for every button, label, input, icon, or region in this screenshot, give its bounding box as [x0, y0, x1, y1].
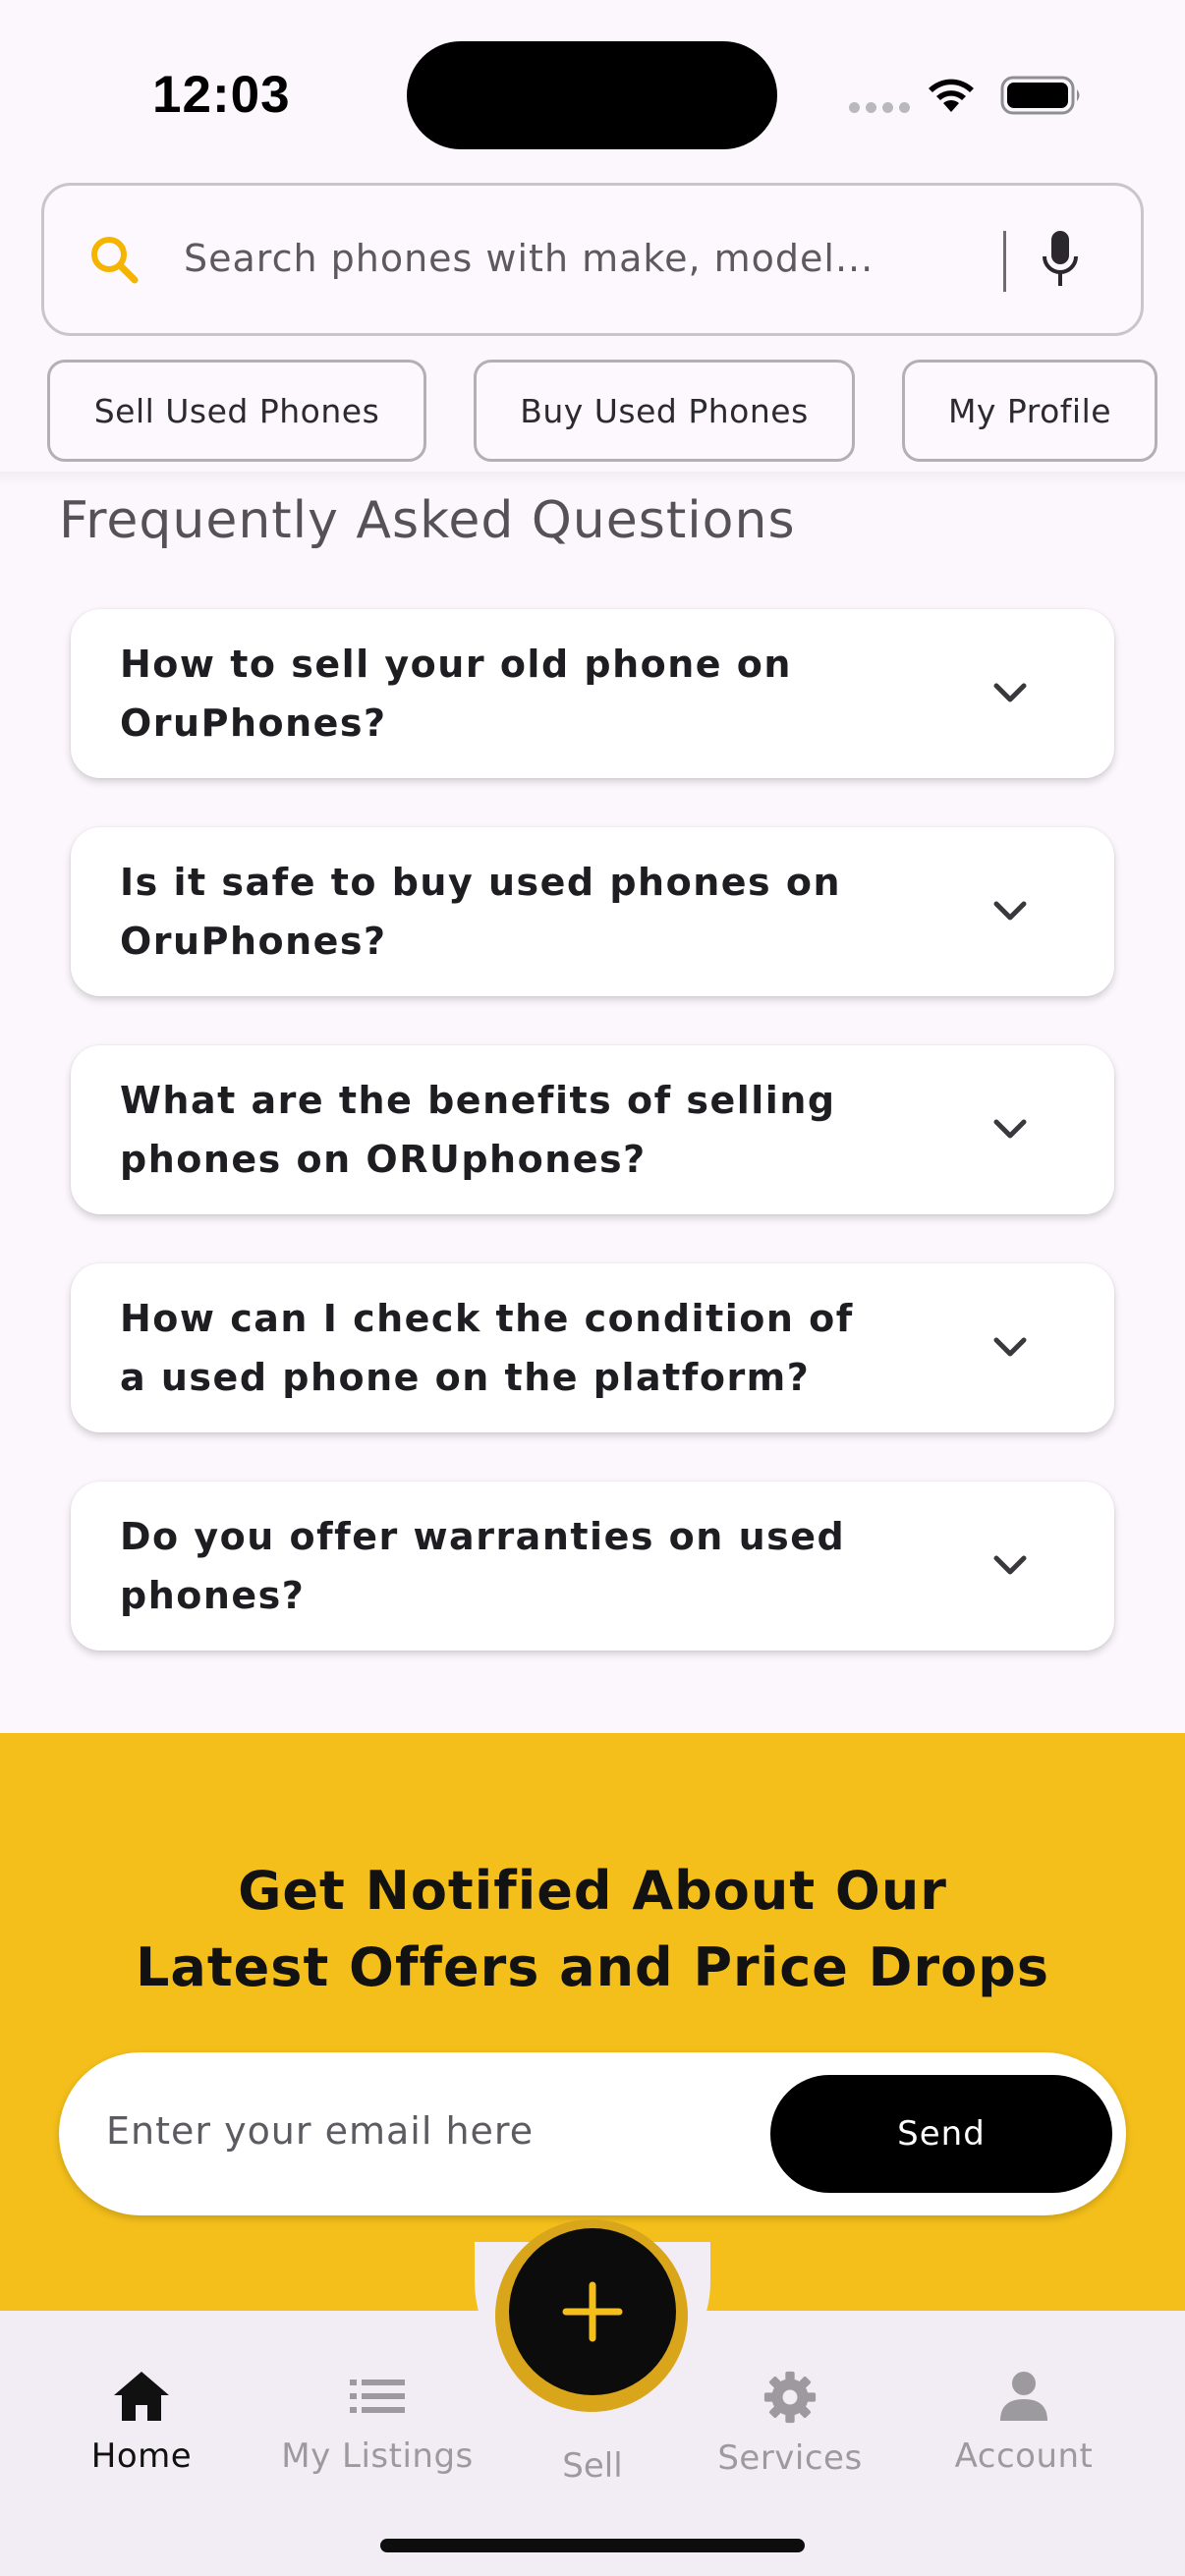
home-indicator — [380, 2539, 805, 2552]
search-divider — [1003, 231, 1006, 292]
status-bar: 12:03 — [0, 0, 1185, 187]
chevron-down-icon[interactable] — [987, 896, 1034, 927]
email-input[interactable]: Enter your email here — [106, 2109, 534, 2153]
faq-item[interactable]: What are the benefits of selling phones … — [71, 1045, 1114, 1214]
nav-label-sell[interactable]: Sell — [543, 2446, 642, 2486]
faq-question: How can I check the condition of a used … — [120, 1297, 854, 1399]
faq-question: Is it safe to buy used phones on OruPhon… — [120, 861, 842, 963]
nav-item-my-listings[interactable]: My Listings — [269, 2370, 485, 2476]
nav-label-account: Account — [954, 2436, 1094, 2476]
search-icon — [91, 237, 139, 284]
sell-fab-button[interactable] — [509, 2228, 676, 2395]
header-shadow — [0, 472, 1185, 485]
nav-item-home[interactable]: Home — [33, 2370, 250, 2476]
newsletter-title: Get Notified About Our Latest Offers and… — [0, 1853, 1185, 2006]
status-time: 12:03 — [152, 66, 291, 124]
faq-question: How to sell your old phone on OruPhones? — [120, 643, 792, 745]
buy-used-phones-chip[interactable]: Buy Used Phones — [474, 360, 855, 462]
dynamic-island — [407, 41, 777, 149]
search-input[interactable]: Search phones with make, model... — [184, 237, 874, 280]
my-profile-chip[interactable]: My Profile — [902, 360, 1157, 462]
newsletter-title-line2: Latest Offers and Price Drops — [136, 1936, 1049, 1998]
cellular-signal-icon — [849, 102, 910, 113]
send-button[interactable]: Send — [770, 2075, 1112, 2193]
faq-item[interactable]: How to sell your old phone on OruPhones? — [71, 609, 1114, 778]
nav-label-my-listings: My Listings — [281, 2436, 474, 2476]
faq-item[interactable]: Is it safe to buy used phones on OruPhon… — [71, 827, 1114, 996]
chevron-down-icon[interactable] — [987, 1332, 1034, 1364]
nav-label-services: Services — [717, 2438, 863, 2478]
plus-icon — [562, 2281, 623, 2342]
faq-question: Do you offer warranties on used phones? — [120, 1515, 846, 1617]
faq-title: Frequently Asked Questions — [59, 491, 796, 550]
list-icon — [350, 2380, 405, 2413]
sell-used-phones-chip[interactable]: Sell Used Phones — [47, 360, 426, 462]
faq-question: What are the benefits of selling phones … — [120, 1079, 836, 1181]
nav-item-account[interactable]: Account — [916, 2370, 1132, 2476]
wifi-icon — [929, 79, 974, 112]
microphone-icon[interactable] — [1041, 229, 1080, 292]
battery-icon — [1000, 76, 1080, 115]
nav-label-home: Home — [90, 2436, 193, 2476]
chevron-down-icon[interactable] — [987, 678, 1034, 709]
faq-item[interactable]: Do you offer warranties on used phones? — [71, 1482, 1114, 1651]
gear-icon — [763, 2371, 817, 2424]
search-bar[interactable]: Search phones with make, model... — [41, 183, 1144, 336]
nav-item-services[interactable]: Services — [682, 2370, 898, 2478]
faq-item[interactable]: How can I check the condition of a used … — [71, 1263, 1114, 1432]
chevron-down-icon[interactable] — [987, 1114, 1034, 1146]
chevron-down-icon[interactable] — [987, 1550, 1034, 1582]
person-icon — [1000, 2372, 1047, 2421]
email-field[interactable]: Enter your email here Send — [59, 2052, 1126, 2215]
newsletter-title-line1: Get Notified About Our — [238, 1860, 947, 1922]
home-icon — [114, 2372, 169, 2421]
